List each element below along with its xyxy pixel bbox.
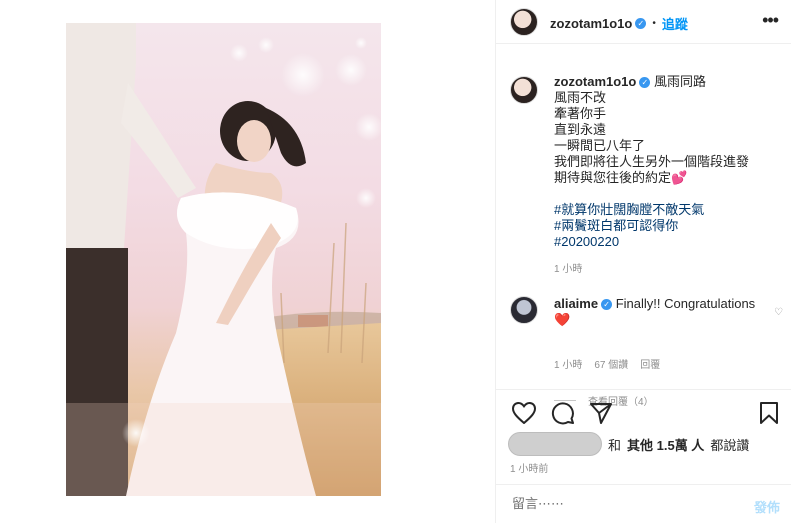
- comment-input[interactable]: [510, 495, 734, 512]
- author-avatar[interactable]: [510, 8, 538, 36]
- comment-bubble-icon[interactable]: [551, 401, 575, 425]
- caption-avatar[interactable]: [510, 76, 538, 104]
- post-caption: zozotam1o1o ✓ 風雨同路 風雨不改 牽著你手 直到永遠 一瞬間已八年了…: [554, 74, 784, 278]
- comment-likes[interactable]: 67 個讚: [594, 356, 628, 371]
- hashtag-link[interactable]: #就算你壯闊胸膛不敵天氣: [554, 202, 784, 218]
- comment-verified-icon: ✓: [601, 299, 613, 311]
- like-heart-icon[interactable]: [512, 402, 536, 424]
- caption-line: 風雨同路: [653, 74, 706, 89]
- caption-line: 風雨不改: [554, 90, 607, 105]
- post-side-panel: zozotam1o1o ✓ • 追蹤 ••• zozotam1o1o ✓ 風雨同路…: [495, 0, 791, 523]
- add-comment-box: 發佈: [496, 484, 791, 524]
- blurred-username: [508, 432, 602, 456]
- verified-badge-icon: ✓: [635, 18, 647, 29]
- save-bookmark-icon[interactable]: [760, 402, 778, 424]
- caption-verified-icon: ✓: [639, 77, 651, 89]
- caption-username[interactable]: zozotam1o1o: [554, 74, 636, 89]
- likes-and: 和: [608, 437, 622, 453]
- reply-button[interactable]: 回覆: [640, 356, 660, 371]
- comment-time[interactable]: 1 小時: [554, 356, 582, 371]
- hashtag-link[interactable]: #兩鬢斑白都可認得你: [554, 218, 784, 234]
- caption-time[interactable]: 1 小時: [554, 262, 784, 278]
- likes-summary: 和 其他 1.5萬 人 都說讚: [508, 432, 749, 456]
- header-username[interactable]: zozotam1o1o: [550, 16, 632, 31]
- follow-button[interactable]: 追蹤: [662, 14, 688, 33]
- caption-line: 直到永遠: [554, 122, 607, 137]
- share-paper-plane-icon[interactable]: [589, 402, 613, 424]
- caption-line: 牽著你手: [554, 106, 607, 121]
- post-comment-button[interactable]: 發佈: [754, 497, 780, 516]
- post-timestamp[interactable]: 1 小時前: [510, 460, 548, 475]
- post-photo[interactable]: [66, 23, 381, 496]
- comment-like-heart-icon[interactable]: ♡: [774, 307, 783, 318]
- commenter-avatar[interactable]: [510, 296, 538, 324]
- more-options-icon[interactable]: •••: [762, 10, 779, 31]
- likes-count[interactable]: 其他 1.5萬 人: [627, 435, 704, 454]
- caption-line: 期待與您往後的約定💕: [554, 170, 688, 185]
- caption-line: 我們即將往人生另外一個階段進發: [554, 154, 750, 169]
- photo-illustration: [66, 23, 381, 496]
- post-header: zozotam1o1o ✓ • 追蹤 •••: [496, 0, 791, 44]
- hashtag-link[interactable]: #20200220: [554, 234, 784, 250]
- caption-line: 一瞬間已八年了: [554, 138, 646, 153]
- photo-area: [0, 0, 495, 523]
- header-separator: •: [652, 18, 656, 29]
- comment-username[interactable]: aliaime: [554, 296, 598, 311]
- likes-said: 都說讚: [710, 437, 750, 453]
